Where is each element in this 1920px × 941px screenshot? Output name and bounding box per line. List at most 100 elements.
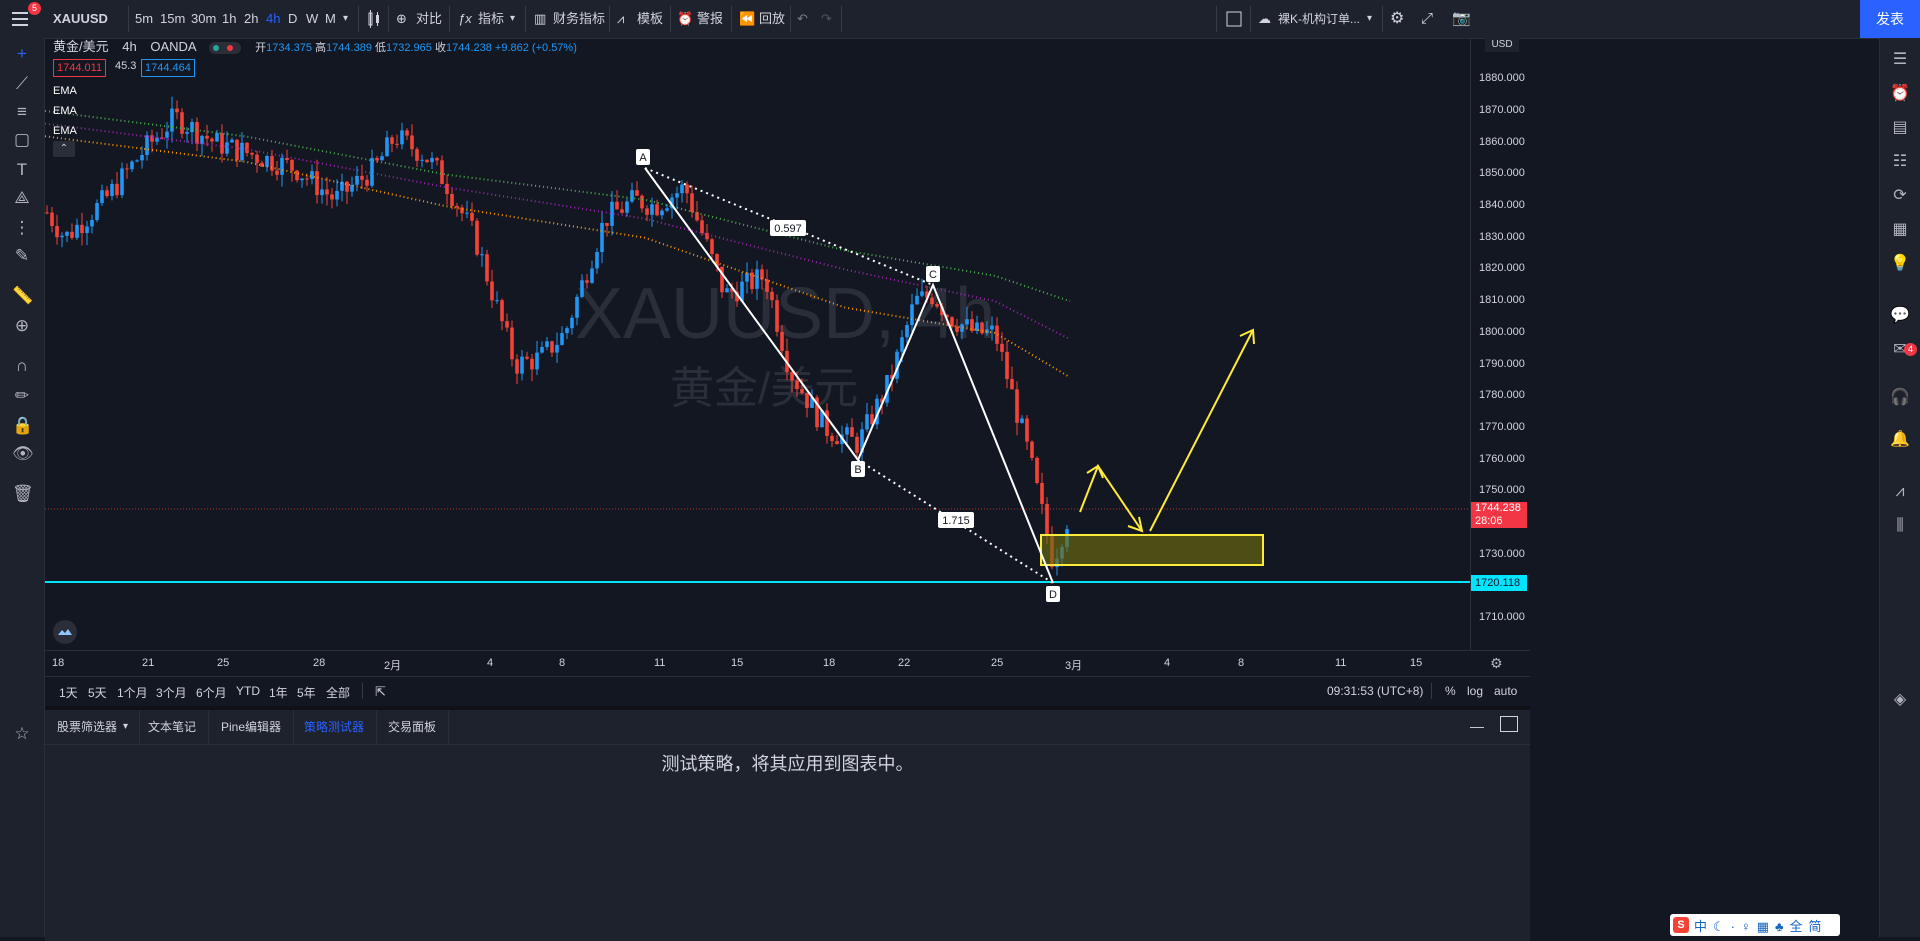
percent-toggle[interactable]: %: [1445, 684, 1456, 698]
square-layout-icon[interactable]: [1226, 0, 1242, 38]
chat-icon[interactable]: 💬: [1890, 306, 1910, 326]
calendar-icon[interactable]: ▦: [1890, 220, 1910, 240]
tab-pine-editor[interactable]: Pine编辑器: [209, 710, 295, 744]
range-ytd[interactable]: YTD: [236, 684, 260, 698]
pencil-lock-icon[interactable]: ✏: [12, 386, 32, 406]
range-all[interactable]: 全部: [326, 684, 350, 701]
redo-icon[interactable]: ↷: [821, 0, 832, 38]
alarm-icon[interactable]: ⏰: [677, 0, 693, 38]
range-1y[interactable]: 1年: [269, 684, 288, 701]
undo-icon[interactable]: ↶: [797, 0, 808, 38]
auto-toggle[interactable]: auto: [1494, 684, 1517, 698]
interval-2h[interactable]: 2h: [244, 0, 258, 38]
interval-d[interactable]: D: [288, 0, 297, 38]
layers-icon[interactable]: ◈: [1890, 690, 1910, 710]
prediction-icon[interactable]: ⋮: [12, 218, 32, 238]
price-axis[interactable]: USD 1880.000 1870.000 1860.000 1850.000 1840…: [1470, 38, 1531, 650]
zoom-icon[interactable]: ⊕: [12, 316, 32, 336]
magnet-icon[interactable]: ∩: [12, 356, 32, 376]
watchlist-icon[interactable]: ☰: [1890, 50, 1910, 70]
legend-name[interactable]: 黄金/美元: [53, 39, 109, 54]
collapse-legend-icon[interactable]: ⌃: [53, 141, 75, 157]
indicators-icon[interactable]: ƒx: [458, 0, 472, 38]
tab-text-notes[interactable]: 文本笔记: [136, 710, 210, 744]
headset-icon[interactable]: 🎧: [1890, 388, 1910, 408]
history-icon[interactable]: ⟳: [1890, 186, 1910, 206]
publish-button[interactable]: 发表: [1860, 0, 1920, 38]
indicators-button[interactable]: 指标: [478, 0, 504, 38]
templates-icon[interactable]: ⩘: [617, 0, 624, 38]
alarm-clock-icon[interactable]: ⏰: [1890, 84, 1910, 104]
tab-strategy-tester[interactable]: 策略测试器: [292, 710, 378, 744]
bell-icon[interactable]: 🔔: [1890, 430, 1910, 450]
interval-5m[interactable]: 5m: [135, 0, 153, 38]
chevron-down-icon[interactable]: ▾: [1367, 0, 1372, 38]
time-axis[interactable]: 18 21 25 28 2月 4 8 11 15 18 22 25 3月 4 8 11 15 ⚙: [45, 650, 1530, 677]
bid-price[interactable]: 1744.011: [53, 59, 107, 77]
eye-icon[interactable]: 👁: [12, 444, 34, 464]
pattern-icon[interactable]: ⟁: [12, 188, 32, 208]
trash-icon[interactable]: 🗑: [12, 484, 34, 504]
ask-price[interactable]: 1744.464: [141, 59, 195, 77]
lock-icon[interactable]: 🔒: [12, 416, 33, 436]
chevron-down-icon[interactable]: ▾: [510, 0, 515, 38]
ema-legend-1[interactable]: EMA: [53, 85, 77, 97]
goto-date-icon[interactable]: ⇱: [375, 684, 386, 700]
interval-w[interactable]: W: [306, 0, 318, 38]
compare-button[interactable]: 对比: [416, 0, 442, 38]
trend-line-icon[interactable]: ⟋: [12, 74, 32, 94]
maximize-icon[interactable]: [1500, 716, 1518, 732]
interval-m[interactable]: M: [325, 0, 336, 38]
star-icon[interactable]: ☆: [12, 724, 32, 744]
replay-button[interactable]: 回放: [759, 0, 785, 38]
compare-icon[interactable]: ⊕: [396, 0, 407, 38]
currency-label[interactable]: USD: [1485, 38, 1519, 52]
symbol-search[interactable]: XAUUSD: [53, 0, 108, 38]
calendar-list-icon[interactable]: ☷: [1890, 152, 1910, 172]
market-status-toggle[interactable]: [209, 41, 242, 54]
templates-button[interactable]: 模板: [637, 0, 663, 38]
range-1m[interactable]: 1个月: [117, 684, 148, 701]
gear-icon[interactable]: ⚙: [1490, 655, 1503, 672]
financials-button[interactable]: 财务指标: [553, 0, 605, 38]
ime-toolbar[interactable]: S 中☾·♀▦♣全简: [1670, 914, 1840, 936]
depth-icon[interactable]: ⫼: [1890, 516, 1910, 536]
interval-15m[interactable]: 15m: [160, 0, 185, 38]
interval-30m[interactable]: 30m: [191, 0, 216, 38]
range-1d[interactable]: 1天: [59, 684, 78, 701]
chevron-down-icon[interactable]: ▾: [123, 721, 128, 732]
fullscreen-icon[interactable]: ⤢: [1421, 0, 1433, 38]
layout-name[interactable]: 裸K-机构订单...: [1278, 0, 1360, 38]
data-window-icon[interactable]: ▤: [1890, 118, 1910, 138]
tab-trading-panel[interactable]: 交易面板: [376, 710, 450, 744]
range-5d[interactable]: 5天: [88, 684, 107, 701]
ruler-icon[interactable]: 📏: [12, 286, 33, 306]
fib-icon[interactable]: ≡: [12, 102, 32, 122]
crosshair-icon[interactable]: +: [12, 44, 32, 64]
gear-icon[interactable]: ⚙: [1390, 0, 1404, 38]
range-3m[interactable]: 3个月: [156, 684, 187, 701]
replay-icon[interactable]: ⏪: [739, 0, 755, 38]
ime-icons[interactable]: 中☾·♀▦♣全简: [1694, 916, 1828, 935]
candle-type-icon[interactable]: [366, 0, 382, 38]
text-icon[interactable]: T: [12, 160, 32, 180]
interval-1h[interactable]: 1h: [222, 0, 236, 38]
range-5y[interactable]: 5年: [297, 684, 316, 701]
shape-icon[interactable]: ▢: [12, 130, 32, 150]
chevron-down-icon[interactable]: ▾: [343, 0, 348, 38]
chart-icon[interactable]: ⩘: [1890, 482, 1910, 502]
icons-icon[interactable]: ✎: [12, 246, 32, 266]
chart-pane[interactable]: XAUUSD, 4h 黄金/美元 A B C D 0.597 1.715 黄金/…: [44, 38, 1470, 650]
ema-legend-2[interactable]: EMA: [53, 105, 77, 117]
price-chart[interactable]: XAUUSD, 4h 黄金/美元 A B C D 0.597 1.715: [44, 38, 1470, 650]
interval-4h[interactable]: 4h: [266, 0, 280, 38]
clock-time[interactable]: 09:31:53 (UTC+8): [1327, 684, 1423, 698]
ema-legend-3[interactable]: EMA: [53, 125, 77, 137]
minimize-icon[interactable]: —: [1470, 718, 1484, 734]
log-toggle[interactable]: log: [1467, 684, 1483, 698]
financials-icon[interactable]: ▥: [534, 0, 546, 38]
alerts-button[interactable]: 警报: [697, 0, 723, 38]
camera-icon[interactable]: 📷: [1452, 0, 1471, 38]
idea-icon[interactable]: 💡: [1890, 254, 1910, 274]
range-6m[interactable]: 6个月: [196, 684, 227, 701]
